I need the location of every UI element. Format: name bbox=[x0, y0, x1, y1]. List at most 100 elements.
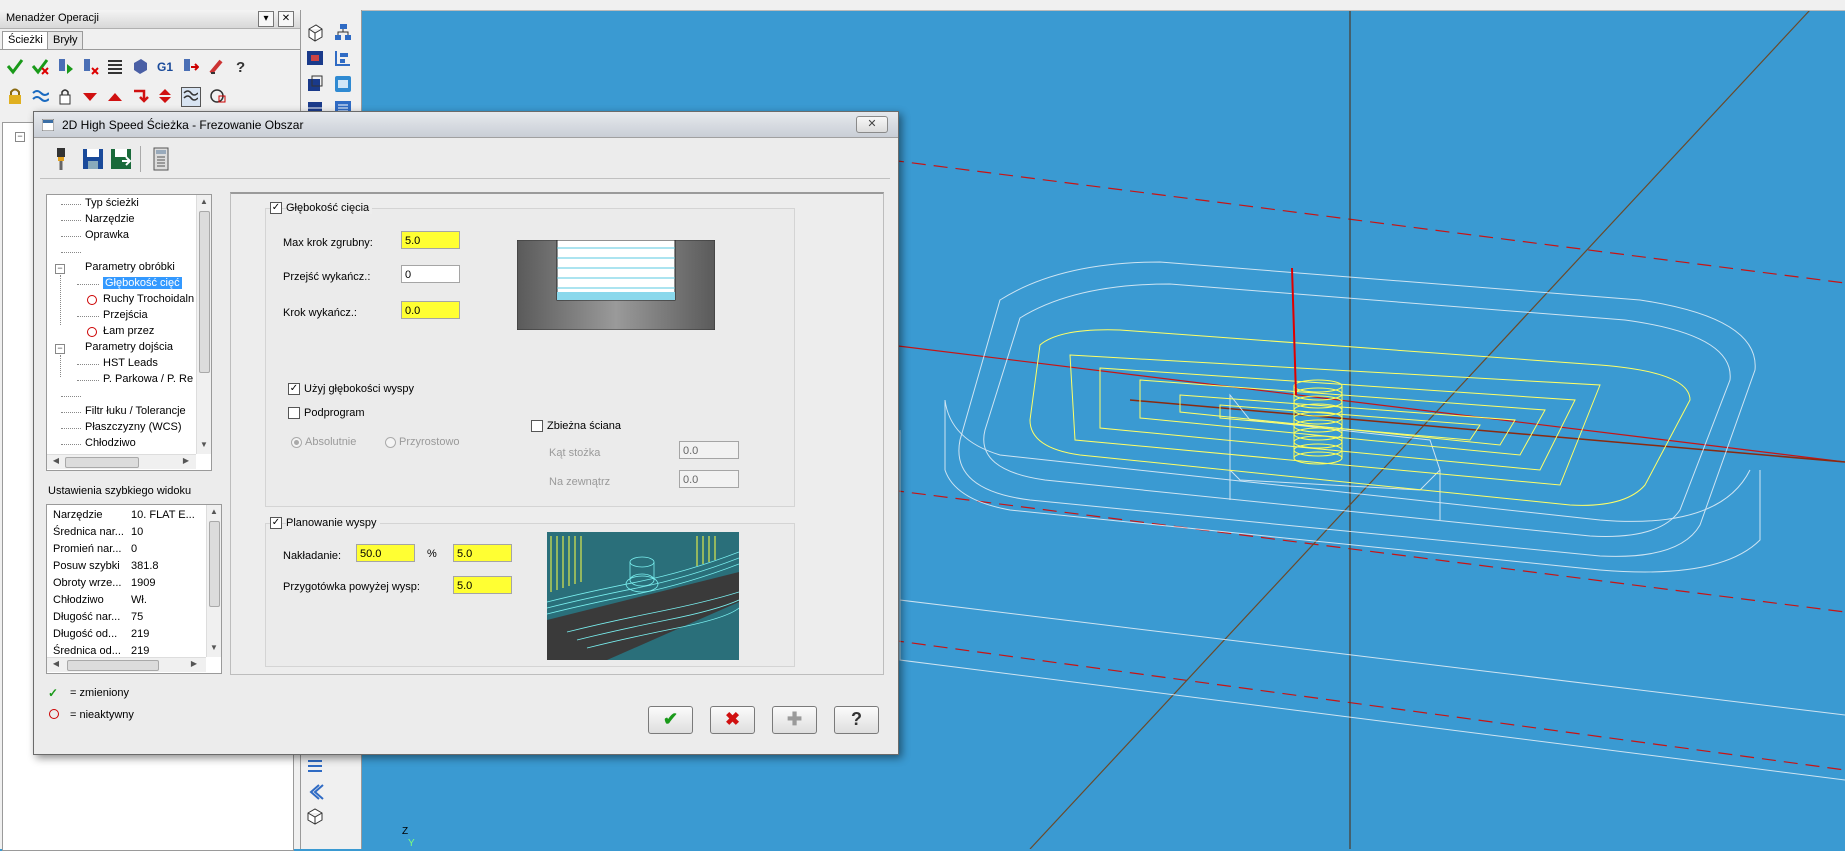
outside-input[interactable]: 0.0 bbox=[679, 470, 739, 488]
move-down-icon[interactable] bbox=[81, 87, 99, 105]
scroll-down-icon[interactable]: ▼ bbox=[197, 440, 211, 449]
close-icon[interactable]: ✕ bbox=[278, 11, 294, 27]
display-toolpath-icon[interactable] bbox=[181, 87, 202, 107]
scroll-left-icon[interactable]: ◀ bbox=[49, 659, 63, 668]
scroll-up-icon[interactable]: ▲ bbox=[207, 507, 221, 516]
box-icon[interactable] bbox=[305, 806, 325, 826]
tree-horizontal-scrollbar[interactable]: ◀ ▶ bbox=[47, 454, 196, 469]
scroll-thumb[interactable] bbox=[209, 521, 220, 607]
max-rough-step-input[interactable]: 5.0 bbox=[401, 231, 460, 249]
backplot-icon[interactable] bbox=[106, 57, 124, 75]
overlap-value-input[interactable]: 5.0 bbox=[453, 544, 512, 562]
scroll-thumb[interactable] bbox=[199, 211, 210, 373]
dropdown-icon[interactable]: ▾ bbox=[258, 11, 274, 27]
use-island-depth-checkbox[interactable]: ✓ bbox=[288, 383, 300, 395]
dialog-close-button[interactable]: ✕ bbox=[856, 116, 888, 133]
scroll-up-icon[interactable]: ▲ bbox=[197, 197, 211, 206]
parameter-page-tree[interactable]: Typ ścieżki Narzędzie Oprawka − Parametr… bbox=[46, 194, 212, 471]
scroll-right-icon[interactable]: ▶ bbox=[179, 456, 193, 465]
select-invalid-icon[interactable] bbox=[31, 57, 49, 75]
tree-item-trochoidal[interactable]: Ruchy Trochoidaln bbox=[103, 293, 194, 305]
quick-view-horizontal-scrollbar[interactable]: ◀ ▶ bbox=[47, 657, 206, 672]
post-g1-icon[interactable]: G1 bbox=[156, 57, 174, 75]
tree-item-depth-cuts[interactable]: Głębokość cięć bbox=[103, 277, 182, 289]
tree-item-linking[interactable]: Parametry dojścia bbox=[85, 341, 173, 353]
regenerate-dirty-icon[interactable] bbox=[81, 57, 99, 75]
view-icon-3[interactable] bbox=[305, 74, 325, 94]
regenerate-icon[interactable] bbox=[56, 57, 74, 75]
verify-icon[interactable] bbox=[131, 57, 149, 75]
display-solid-icon[interactable] bbox=[209, 87, 227, 105]
tree-expander[interactable]: − bbox=[55, 344, 65, 354]
finish-step-input[interactable]: 0.0 bbox=[401, 301, 460, 319]
tree-item-cut-params[interactable]: Parametry obróbki bbox=[85, 261, 175, 273]
quick-view-panel: Narzędzie 10. FLAT E... Średnica nar... 10… bbox=[46, 504, 222, 674]
add-button[interactable]: ✚ bbox=[772, 706, 817, 734]
move-up-icon[interactable] bbox=[106, 87, 124, 105]
tree-item-hst-leads[interactable]: HST Leads bbox=[103, 357, 158, 369]
depth-of-cut-checkbox[interactable]: ✓ bbox=[270, 202, 282, 214]
tab-solids[interactable]: Bryły bbox=[47, 31, 84, 49]
help-icon[interactable]: ? bbox=[232, 57, 250, 76]
scroll-down-icon[interactable]: ▼ bbox=[207, 643, 221, 652]
cancel-button[interactable]: ✖ bbox=[710, 706, 755, 734]
tree-item-transitions[interactable]: Przejścia bbox=[103, 309, 148, 321]
quick-view-value: 381.8 bbox=[131, 560, 159, 572]
quick-view-scrollbar[interactable]: ▲ ▼ bbox=[206, 505, 221, 657]
help-button[interactable]: ? bbox=[834, 706, 879, 734]
tapered-wall-checkbox[interactable] bbox=[531, 420, 543, 432]
calculator-icon[interactable] bbox=[148, 146, 174, 172]
quick-view-value: 10 bbox=[131, 526, 144, 538]
tree-item-tool[interactable]: Narzędzie bbox=[85, 213, 135, 225]
chevron-left-icon[interactable] bbox=[305, 782, 325, 802]
tree-expander[interactable]: − bbox=[15, 132, 25, 142]
save-icon[interactable] bbox=[80, 146, 106, 172]
depth-cut-illustration bbox=[517, 240, 715, 330]
tree-item-coolant[interactable]: Chłodziwo bbox=[85, 437, 136, 449]
align-icon[interactable] bbox=[333, 48, 353, 68]
toolpath-display-icon[interactable] bbox=[31, 87, 50, 105]
island-facing-checkbox[interactable]: ✓ bbox=[270, 517, 282, 529]
tree-item-planes[interactable]: Płaszczyzny (WCS) bbox=[85, 421, 182, 433]
tree-vertical-scrollbar[interactable]: ▲ ▼ bbox=[196, 195, 211, 454]
finish-passes-input[interactable]: 0 bbox=[401, 265, 460, 283]
tab-paths[interactable]: Ścieżki bbox=[2, 31, 49, 50]
window-icon bbox=[42, 119, 54, 131]
tree-item-park[interactable]: P. Parkowa / P. Re bbox=[103, 373, 193, 385]
scroll-right-icon[interactable]: ▶ bbox=[187, 659, 201, 668]
overlap-percent-input[interactable]: 50.0 bbox=[356, 544, 415, 562]
hierarchy-icon[interactable] bbox=[333, 22, 353, 42]
filter-icon[interactable] bbox=[305, 756, 325, 776]
highfeed-icon[interactable] bbox=[207, 57, 225, 75]
absolute-radio[interactable] bbox=[291, 437, 302, 448]
tab-divider bbox=[0, 49, 300, 50]
subprogram-checkbox[interactable] bbox=[288, 407, 300, 419]
scroll-icon[interactable] bbox=[156, 87, 174, 105]
tree-expander[interactable]: − bbox=[55, 264, 65, 274]
taper-angle-input[interactable]: 0.0 bbox=[679, 441, 739, 459]
tree-item-holder[interactable]: Oprawka bbox=[85, 229, 129, 241]
lock-icon[interactable] bbox=[6, 87, 24, 105]
inactive-icon bbox=[87, 327, 97, 337]
inactive-icon bbox=[49, 709, 59, 719]
post-selected-icon[interactable] bbox=[181, 57, 200, 75]
tree-item-break-through[interactable]: Łam przez bbox=[103, 325, 154, 337]
stock-above-input[interactable]: 5.0 bbox=[453, 576, 512, 594]
tool-icon[interactable] bbox=[48, 146, 74, 172]
tree-item-arc-filter[interactable]: Filtr łuku / Tolerancje bbox=[85, 405, 186, 417]
view-cube-icon[interactable] bbox=[305, 22, 325, 42]
scroll-left-icon[interactable]: ◀ bbox=[49, 456, 63, 465]
post-lock-icon[interactable] bbox=[56, 87, 74, 105]
view-icon-2[interactable] bbox=[305, 48, 325, 68]
incremental-radio[interactable] bbox=[385, 437, 396, 448]
select-all-icon[interactable] bbox=[6, 57, 24, 75]
operations-toolbar-row-1: G1 ? bbox=[4, 53, 252, 79]
layers-icon[interactable] bbox=[333, 74, 353, 94]
scroll-thumb[interactable] bbox=[65, 457, 139, 468]
tree-item-path-type[interactable]: Typ ścieżki bbox=[85, 197, 139, 209]
ok-button[interactable]: ✔ bbox=[648, 706, 693, 734]
quick-view-value: Wł. bbox=[131, 594, 147, 606]
save-default-icon[interactable] bbox=[108, 146, 134, 172]
insert-arrow-icon[interactable] bbox=[131, 87, 150, 105]
scroll-thumb[interactable] bbox=[67, 660, 159, 671]
